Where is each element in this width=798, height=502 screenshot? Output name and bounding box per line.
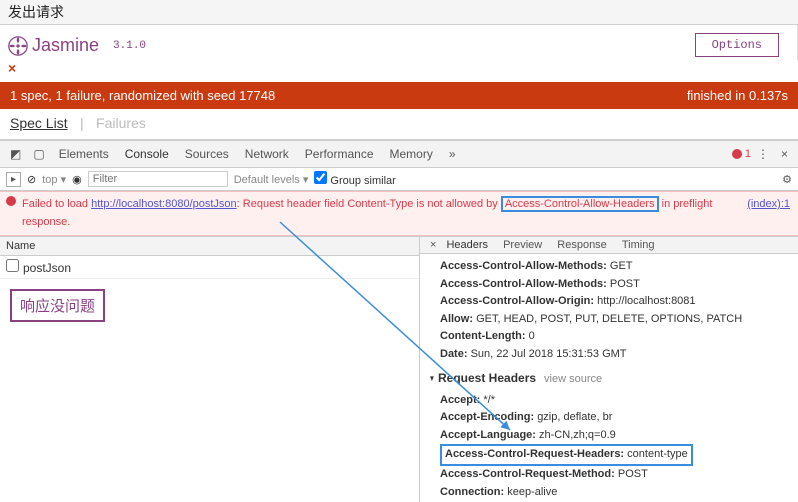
jasmine-name: Jasmine <box>32 35 99 56</box>
tab-network[interactable]: Network <box>237 143 297 165</box>
close-devtools-icon[interactable]: × <box>775 145 794 163</box>
more-icon[interactable]: ⋮ <box>751 145 775 163</box>
highlighted-header-name: Access-Control-Allow-Headers <box>501 196 659 212</box>
request-checkbox[interactable] <box>6 259 19 272</box>
fail-indicator: × <box>0 60 798 82</box>
eye-icon[interactable]: ◉ <box>72 173 82 186</box>
jasmine-version: 3.1.0 <box>113 40 146 52</box>
tab-timing[interactable]: Timing <box>616 237 661 253</box>
tab-headers[interactable]: Headers <box>440 237 494 253</box>
window-title-bar: 发出请求 <box>0 0 798 25</box>
jasmine-logo: Jasmine <box>8 35 99 56</box>
tab-spec-list[interactable]: Spec List <box>10 115 68 131</box>
device-icon[interactable]: ▢ <box>27 145 50 163</box>
error-source-link[interactable]: (index):1 <box>747 196 790 213</box>
jasmine-header: Jasmine 3.1.0 Options <box>0 25 798 60</box>
jasmine-status-bar: 1 spec, 1 failure, randomized with seed … <box>0 82 798 109</box>
console-filter-bar: ▸ ⊘ top ▾ ◉ Default levels ▾ Group simil… <box>0 168 798 191</box>
tab-preview[interactable]: Preview <box>497 237 548 253</box>
response-headers-block: Access-Control-Allow-Methods: GET Access… <box>420 254 798 368</box>
tab-performance[interactable]: Performance <box>297 143 382 165</box>
group-similar-checkbox[interactable]: Group similar <box>314 171 395 187</box>
highlighted-request-header: Access-Control-Request-Headers: content-… <box>440 444 693 466</box>
error-icon <box>6 196 16 206</box>
tab-sources[interactable]: Sources <box>177 143 237 165</box>
tab-memory[interactable]: Memory <box>382 143 441 165</box>
tab-response[interactable]: Response <box>551 237 613 253</box>
name-column-header[interactable]: Name <box>0 237 419 256</box>
jasmine-icon <box>8 36 28 56</box>
finished-text: finished in 0.137s <box>687 88 788 103</box>
tab-overflow[interactable]: » <box>441 143 464 165</box>
view-source-link[interactable]: view source <box>544 373 602 385</box>
tab-divider: | <box>80 115 84 131</box>
page-title: 发出请求 <box>8 4 64 20</box>
headers-pane: × Headers Preview Response Timing Access… <box>420 237 798 502</box>
close-pane-icon[interactable]: × <box>426 239 440 251</box>
response-tabs: × Headers Preview Response Timing <box>420 237 798 254</box>
devtools-tabbar: ◩ ▢ Elements Console Sources Network Per… <box>0 140 798 168</box>
levels-select[interactable]: Default levels ▾ <box>234 173 309 186</box>
filter-input[interactable] <box>88 171 228 187</box>
annotation-note: 响应没问题 <box>10 289 105 322</box>
play-icon[interactable]: ▸ <box>6 172 21 187</box>
request-list-pane: Name postJson 响应没问题 <box>0 237 420 502</box>
status-text: 1 spec, 1 failure, randomized with seed … <box>10 88 275 103</box>
context-select[interactable]: top ▾ <box>42 173 66 186</box>
gear-icon[interactable]: ⚙ <box>782 173 792 186</box>
request-row[interactable]: postJson <box>0 256 419 279</box>
console-error-message: (index):1 Failed to load http://localhos… <box>0 191 798 236</box>
error-badge[interactable]: 1 <box>732 148 751 160</box>
tab-failures[interactable]: Failures <box>96 115 146 131</box>
spec-tabs: Spec List | Failures <box>0 109 798 140</box>
options-button[interactable]: Options <box>695 33 779 57</box>
request-headers-block: Accept: */* Accept-Encoding: gzip, defla… <box>420 388 798 502</box>
clear-icon[interactable]: ⊘ <box>27 173 36 186</box>
network-panel: Name postJson 响应没问题 × Headers Preview Re… <box>0 236 798 502</box>
inspect-icon[interactable]: ◩ <box>4 145 27 163</box>
error-url[interactable]: http://localhost:8080/postJson <box>91 198 237 210</box>
tab-console[interactable]: Console <box>117 143 177 165</box>
tab-elements[interactable]: Elements <box>51 143 117 165</box>
request-headers-section[interactable]: Request Headersview source <box>430 368 798 388</box>
